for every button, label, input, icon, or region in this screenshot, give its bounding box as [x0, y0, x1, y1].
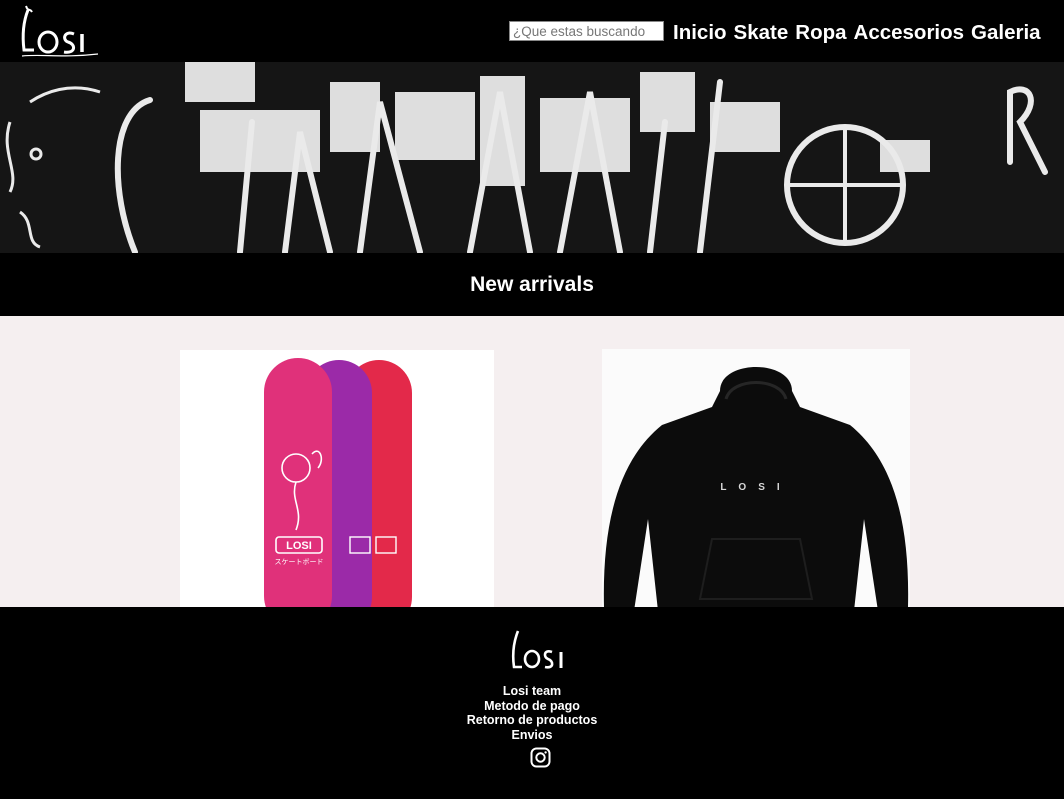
instagram-icon[interactable]	[530, 747, 551, 768]
footer-losi-logo[interactable]	[508, 627, 574, 673]
footer-link-metodo-de-pago[interactable]: Metodo de pago	[0, 699, 1064, 714]
nav-ropa[interactable]: Ropa	[795, 21, 846, 45]
new-arrivals-section: New arrivals	[0, 253, 1064, 316]
product-card-skateboards[interactable]: LOSI スケートボード	[180, 350, 494, 608]
nav-galeria[interactable]: Galeria	[971, 21, 1041, 45]
nav-accesorios[interactable]: Accesorios	[854, 21, 965, 45]
graffiti-image	[0, 62, 1064, 253]
deck-brand-text: LOSI	[286, 540, 312, 552]
nav-inicio[interactable]: Inicio	[673, 21, 727, 45]
site-header: Inicio Skate Ropa Accesorios Galeria	[0, 0, 1064, 62]
site-footer: Losi team Metodo de pago Retorno de prod…	[0, 607, 1064, 799]
section-title: New arrivals	[470, 272, 594, 296]
deck-subtitle-text: スケートボード	[275, 558, 324, 566]
footer-link-losi-team[interactable]: Losi team	[0, 684, 1064, 699]
product-grid: LOSI スケートボード LOSI	[0, 316, 1064, 608]
black-hoodie-icon: LOSI	[603, 367, 909, 608]
losi-logo[interactable]	[18, 4, 104, 60]
search-input[interactable]	[509, 21, 664, 41]
nav-skate[interactable]: Skate	[734, 21, 789, 45]
skateboard-decks-icon: LOSI スケートボード	[264, 358, 412, 608]
hoodie-print-text: LOSI	[720, 482, 791, 493]
footer-link-retorno-de-productos[interactable]: Retorno de productos	[0, 713, 1064, 728]
product-card-hoodie[interactable]: LOSI	[602, 349, 910, 608]
footer-link-envios[interactable]: Envios	[0, 728, 1064, 743]
footer-links: Losi team Metodo de pago Retorno de prod…	[0, 684, 1064, 742]
graffiti-banner	[0, 62, 1064, 253]
main-nav: Inicio Skate Ropa Accesorios Galeria	[673, 21, 1041, 45]
